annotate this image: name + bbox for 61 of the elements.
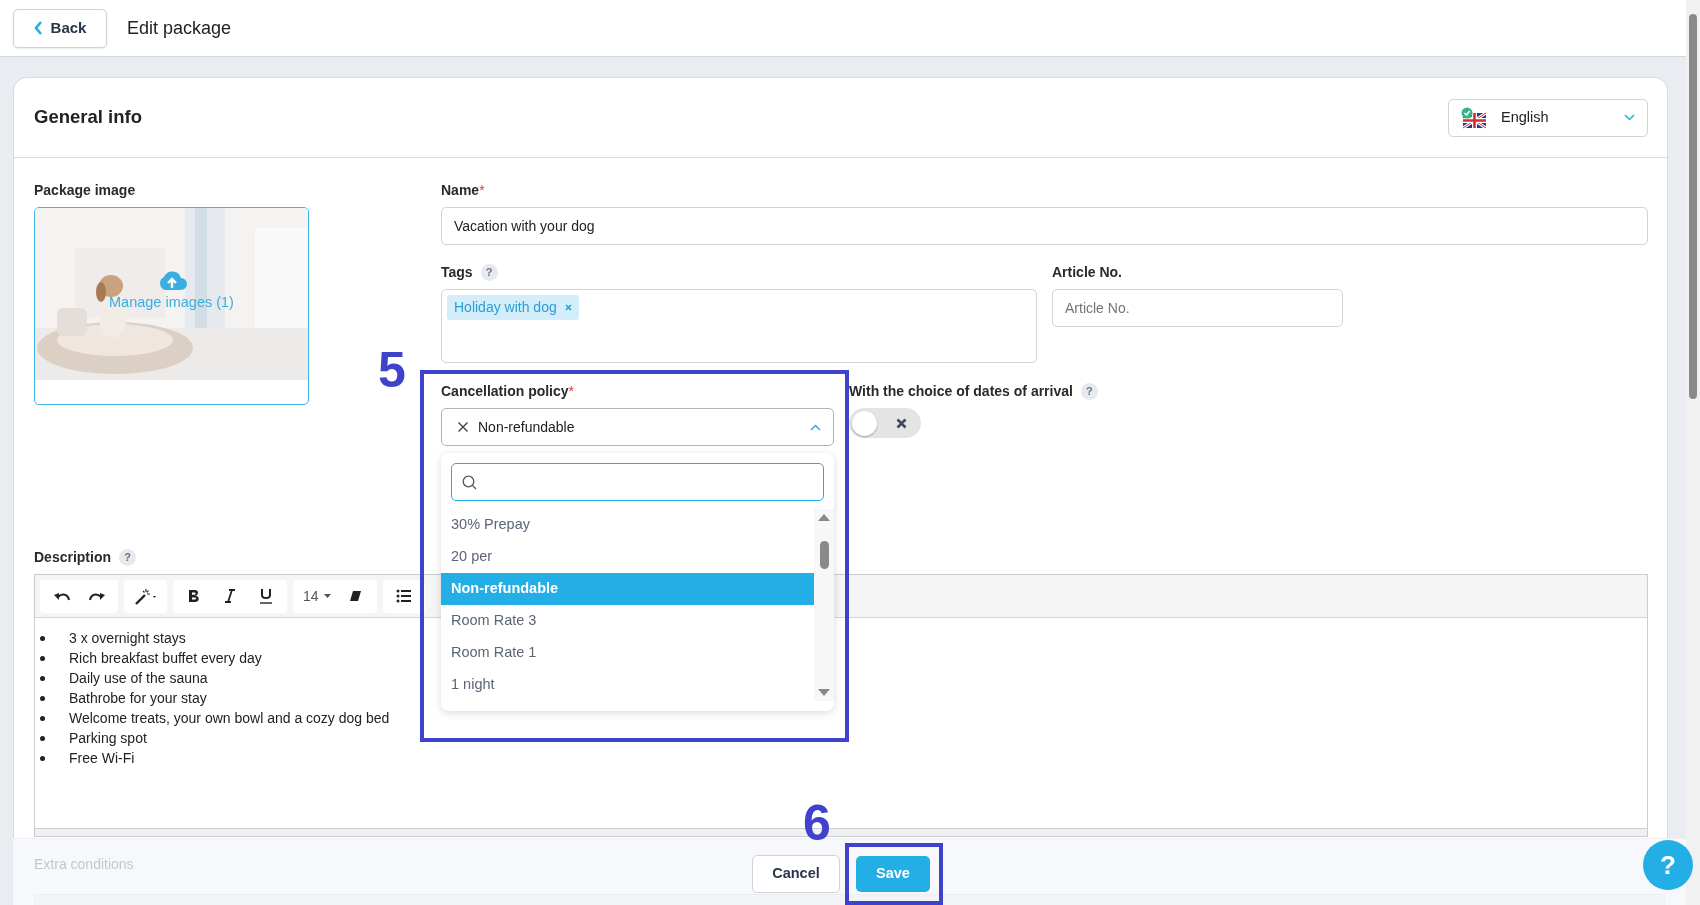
list-item-text: Welcome treats, your own bowl and a cozy dog bed [69,708,390,728]
field-label: Article No. [1052,262,1122,282]
page-title: Edit package [127,16,232,40]
help-icon[interactable]: ? [1080,382,1098,400]
language-label: English [1501,107,1550,127]
chevron-down-icon [1624,114,1635,121]
field-label: Tags [441,262,473,282]
scroll-thumb[interactable] [819,541,829,569]
list-item-text: 3 x overnight stays [69,628,186,648]
scroll-thumb[interactable] [1689,14,1697,399]
list-item-text: Daily use of the sauna [69,668,208,688]
field-label: Name* [441,180,485,200]
list-item-text: Bathrobe for your stay [69,688,207,708]
dropdown-option[interactable]: 30% Prepay [441,509,814,541]
help-icon[interactable]: ? [119,548,136,566]
field-label: Description [34,547,111,567]
card-title: General info [34,106,142,129]
scrollbar[interactable] [814,509,834,701]
dropdown-option[interactable]: Room Rate 3 [441,605,814,637]
list-item-text: Parking spot [69,728,147,748]
scrollbar[interactable] [1686,0,1700,905]
cancel-button[interactable]: Cancel [752,855,840,893]
dropdown-option[interactable]: 1 night [441,669,814,701]
bold-icon [188,589,200,603]
help-icon[interactable]: ? [480,263,498,281]
article-input[interactable]: Article No. [1052,289,1343,327]
check-icon [1461,107,1473,118]
bullet-icon [40,735,45,741]
back-button[interactable]: Back [13,8,107,48]
toggle-switch[interactable] [849,408,921,438]
field-label: Package image [34,180,136,200]
caret-icon [323,594,331,598]
name-input[interactable]: Vacation with your dog [441,207,1648,245]
list-item-text: Rich breakfast buffet every day [69,648,262,668]
remove-icon [564,304,572,311]
bullet-icon [40,635,45,641]
underline-icon [260,588,272,604]
cancellation-select[interactable]: Non-refundable [441,408,834,446]
clear-icon [458,422,468,432]
chevron-up-icon [810,423,821,431]
dropdown-option[interactable]: Room Rate 1 [441,637,814,669]
bullet-icon [40,675,45,681]
search-field[interactable] [451,463,824,501]
cross-icon [896,417,907,429]
bullet-icon [40,755,45,761]
scroll-up-icon [818,513,830,521]
annotation-number: 6 [803,798,831,848]
field-label: Cancellation policy* [441,381,575,401]
chevron-left-icon [33,21,43,35]
field-label: With the choice of dates of arrival [849,381,1073,401]
italic-icon [225,589,235,603]
annotation-number: 5 [378,345,406,395]
list-item-text: Free Wi-Fi [69,748,135,768]
bullet-icon [40,655,45,661]
bullet-icon [40,715,45,721]
language-select[interactable]: English [1448,98,1648,137]
search-icon [462,474,477,490]
select-value: Non-refundable [478,417,576,437]
dropdown-option[interactable]: 20 per [441,541,814,573]
scroll-down-icon [818,689,830,697]
bullet-icon [40,695,45,701]
